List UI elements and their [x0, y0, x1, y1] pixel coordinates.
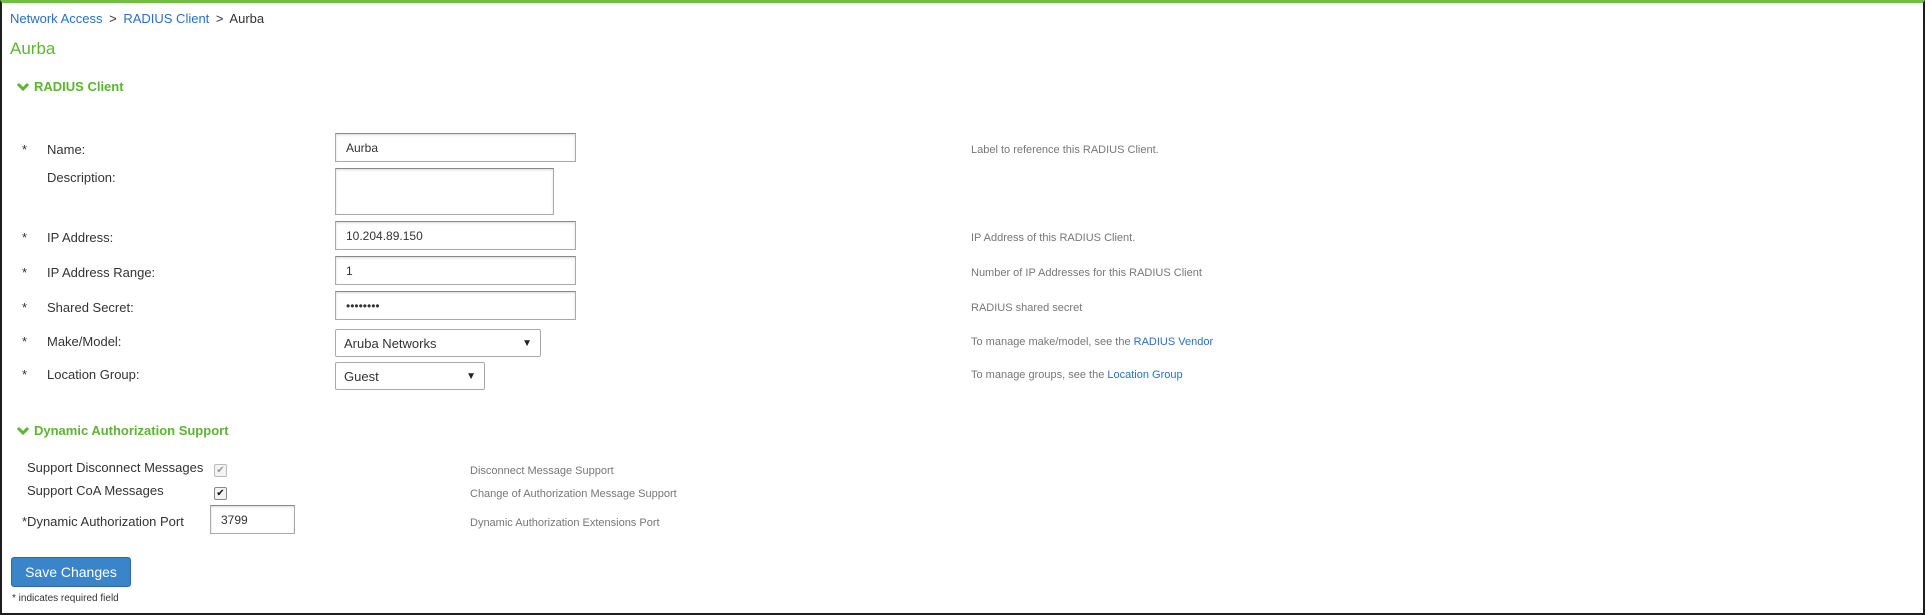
dynamic-authorization-section-title: Dynamic Authorization Support: [34, 423, 229, 438]
location-group-select[interactable]: Guest ▼: [335, 362, 485, 390]
shared-secret-required-marker: *: [22, 300, 28, 315]
make-model-hint: To manage make/model, see the RADIUS Ven…: [971, 336, 1213, 348]
location-group-hint-text: To manage groups, see the: [971, 369, 1105, 381]
ip-address-input[interactable]: [335, 221, 576, 250]
name-label: Name:: [47, 142, 86, 157]
breadcrumb: Network Access > RADIUS Client > Aurba: [10, 11, 264, 26]
description-textarea[interactable]: [335, 168, 554, 215]
dynamic-auth-port-label: *Dynamic Authorization Port: [22, 514, 184, 529]
caret-down-icon: ▼: [466, 370, 476, 382]
disconnect-messages-hint: Disconnect Message Support: [470, 465, 614, 477]
ip-address-required-marker: *: [22, 230, 28, 245]
disconnect-messages-label: Support Disconnect Messages: [27, 460, 204, 475]
dynamic-auth-port-input[interactable]: [210, 505, 295, 534]
make-model-label: Make/Model:: [47, 334, 122, 349]
location-group-link[interactable]: Location Group: [1107, 369, 1182, 381]
caret-down-icon: ▼: [522, 337, 532, 349]
description-label: Description:: [47, 170, 116, 185]
ip-range-required-marker: *: [22, 265, 28, 280]
ip-address-hint: IP Address of this RADIUS Client.: [971, 232, 1136, 244]
breadcrumb-link-radius-client[interactable]: RADIUS Client: [123, 11, 209, 26]
page-title: Aurba: [10, 39, 56, 58]
make-model-required-marker: *: [22, 334, 28, 349]
checkmark-icon: ✔: [216, 464, 225, 476]
name-hint: Label to reference this RADIUS Client.: [971, 144, 1159, 156]
location-group-hint: To manage groups, see the Location Group: [971, 369, 1183, 381]
make-model-select[interactable]: Aruba Networks ▼: [335, 329, 541, 357]
name-required-marker: *: [22, 142, 28, 157]
save-changes-button[interactable]: Save Changes: [11, 557, 131, 587]
shared-secret-label: Shared Secret:: [47, 300, 134, 315]
dynamic-auth-port-hint: Dynamic Authorization Extensions Port: [470, 517, 660, 529]
required-field-note: * indicates required field: [12, 593, 119, 604]
radius-vendor-link[interactable]: RADIUS Vendor: [1134, 336, 1213, 348]
ip-address-label: IP Address:: [47, 230, 114, 245]
radius-client-section-title: RADIUS Client: [34, 79, 124, 94]
coa-messages-hint: Change of Authorization Message Support: [470, 488, 677, 500]
breadcrumb-current: Aurba: [229, 11, 265, 26]
dynamic-authorization-section-toggle[interactable]: Dynamic Authorization Support: [16, 423, 229, 438]
coa-messages-checkbox[interactable]: ✔: [214, 487, 227, 500]
name-input[interactable]: [335, 133, 576, 162]
location-group-selected-value: Guest: [344, 368, 379, 384]
shared-secret-input[interactable]: [335, 291, 576, 320]
checkmark-icon: ✔: [216, 487, 225, 499]
location-group-label: Location Group:: [47, 367, 140, 382]
shared-secret-hint: RADIUS shared secret: [971, 302, 1083, 314]
chevron-down-icon: [16, 82, 30, 91]
radius-client-section-toggle[interactable]: RADIUS Client: [16, 79, 124, 94]
disconnect-messages-checkbox[interactable]: ✔: [214, 464, 227, 477]
location-group-required-marker: *: [22, 367, 28, 382]
ip-range-input[interactable]: [335, 256, 576, 285]
coa-messages-label: Support CoA Messages: [27, 483, 164, 498]
breadcrumb-link-network-access[interactable]: Network Access: [10, 11, 102, 26]
breadcrumb-separator: >: [109, 11, 117, 26]
make-model-hint-text: To manage make/model, see the: [971, 336, 1131, 348]
ip-range-hint: Number of IP Addresses for this RADIUS C…: [971, 267, 1202, 279]
ip-range-label: IP Address Range:: [47, 265, 156, 280]
make-model-selected-value: Aruba Networks: [344, 335, 437, 351]
chevron-down-icon: [16, 426, 30, 435]
breadcrumb-separator: >: [215, 11, 224, 26]
